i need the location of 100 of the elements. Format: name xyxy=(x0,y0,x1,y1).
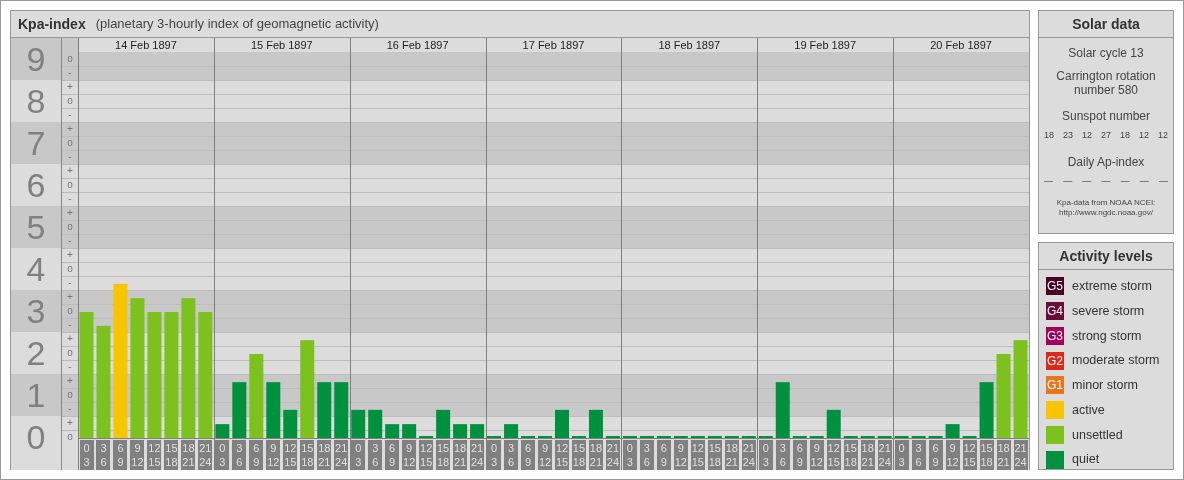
kp-bar xyxy=(351,409,366,438)
time-label: 15 18 xyxy=(164,440,179,470)
level-label: quiet xyxy=(1072,451,1100,469)
time-label: 6 9 xyxy=(385,440,400,470)
solar-cycle-text: Solar cycle 13 xyxy=(1068,45,1144,62)
y-tick-mark: o xyxy=(66,221,74,233)
ap-index-value: — xyxy=(1082,174,1092,188)
time-label: 3 6 xyxy=(504,440,519,470)
time-label: 0 3 xyxy=(487,440,502,470)
time-label: 9 12 xyxy=(538,440,552,470)
level-label: minor storm xyxy=(1072,377,1138,394)
level-badge: G2 xyxy=(1046,351,1064,370)
date-label: 20 Feb 1897 xyxy=(929,38,993,52)
sunspot-value: 18 xyxy=(1119,129,1130,142)
level-label: unsettled xyxy=(1072,426,1123,444)
time-label: 0 3 xyxy=(215,440,230,470)
carrington-rotation-text: Carrington rotation number 580 xyxy=(1055,69,1157,97)
level-label: active xyxy=(1072,401,1105,419)
time-label: 6 9 xyxy=(113,440,128,470)
ap-index-value: — xyxy=(1120,174,1130,188)
sunspot-value: 18 xyxy=(1044,129,1054,142)
time-label: 3 6 xyxy=(232,440,247,470)
y-axis-label: 3 xyxy=(25,294,47,328)
y-axis-label: 5 xyxy=(25,210,47,244)
y-tick-mark: + xyxy=(66,291,74,303)
sunspot-label: Sunspot number xyxy=(1061,108,1151,125)
kp-bar xyxy=(402,424,417,438)
kp-bar xyxy=(555,409,569,438)
date-label: 15 Feb 1897 xyxy=(249,38,314,52)
time-label: 3 6 xyxy=(368,440,383,470)
time-label: 18 21 xyxy=(317,440,332,470)
panel-subtitle: (planetary 3-hourly index of geomagnetic activity) xyxy=(95,15,379,34)
y-tick-mark: - xyxy=(67,67,73,79)
kp-bar xyxy=(283,409,298,438)
kp-bar xyxy=(266,382,281,438)
kp-bar xyxy=(232,382,247,438)
y-tick-mark: o xyxy=(66,305,74,317)
y-tick-mark: + xyxy=(66,207,74,219)
y-axis-label: 7 xyxy=(25,126,47,160)
time-label: 6 9 xyxy=(521,440,536,470)
y-tick-mark: o xyxy=(66,137,74,149)
y-tick-mark: + xyxy=(66,375,74,387)
y-tick-mark: - xyxy=(67,277,73,289)
level-badge: G1 xyxy=(1046,376,1064,395)
level-label: extreme storm xyxy=(1072,278,1152,295)
sunspot-value: 23 xyxy=(1063,129,1073,142)
sunspot-value: 27 xyxy=(1100,129,1111,142)
level-badge: G5 xyxy=(1046,277,1064,296)
ap-index-value: — xyxy=(1158,174,1168,188)
y-axis-label: 2 xyxy=(25,336,47,370)
time-label: 9 12 xyxy=(266,440,281,470)
kp-bar xyxy=(385,424,400,438)
y-tick-mark: o xyxy=(66,347,74,359)
date-label: 19 Feb 1897 xyxy=(793,38,858,52)
y-tick-mark: - xyxy=(67,151,73,163)
date-label: 18 Feb 1897 xyxy=(657,38,722,52)
kp-bar xyxy=(453,424,468,438)
level-badge: G3 xyxy=(1046,326,1064,345)
y-axis-label: 6 xyxy=(25,168,47,202)
y-axis-label: 9 xyxy=(25,42,47,76)
kp-bar xyxy=(368,409,383,438)
kp-bar xyxy=(334,382,349,438)
y-tick-mark: - xyxy=(67,235,73,247)
y-tick-mark: o xyxy=(66,95,74,107)
y-axis-label: 1 xyxy=(25,378,47,412)
time-label: 12 15 xyxy=(555,440,569,470)
ap-index-value: — xyxy=(1063,174,1073,188)
kp-bar xyxy=(504,424,519,438)
time-label: 18 21 xyxy=(453,440,468,470)
ap-index-value: — xyxy=(1044,174,1053,188)
time-label: 15 18 xyxy=(436,440,451,470)
time-label: 12 15 xyxy=(283,440,298,470)
time-label: 21 24 xyxy=(334,440,349,470)
time-label: 18 21 xyxy=(181,440,196,470)
y-tick-mark: + xyxy=(66,249,74,261)
y-tick-mark: o xyxy=(66,179,74,191)
y-tick-mark: + xyxy=(66,333,74,345)
date-label: 16 Feb 1897 xyxy=(385,38,450,52)
time-label: 9 12 xyxy=(402,440,417,470)
time-label: 0 3 xyxy=(351,440,366,470)
ap-index-label: Daily Ap-index xyxy=(1067,153,1145,171)
time-label: 12 15 xyxy=(147,440,162,470)
time-label: 12 15 xyxy=(419,440,434,470)
level-badge: G4 xyxy=(1046,302,1064,321)
kp-bar xyxy=(317,382,332,438)
y-tick-mark: - xyxy=(67,361,73,373)
sunspot-value: 12 xyxy=(1157,129,1168,142)
y-tick-mark: - xyxy=(67,109,73,121)
date-label: 17 Feb 1897 xyxy=(521,38,586,52)
sunspot-value: 12 xyxy=(1138,129,1149,142)
sunspot-value: 12 xyxy=(1081,129,1092,142)
time-label: 21 24 xyxy=(470,440,485,470)
kp-bar xyxy=(470,424,485,438)
time-label: 9 12 xyxy=(130,440,145,470)
time-label: 6 9 xyxy=(249,440,264,470)
source-note: Kpa-data from NOAA NCEI: http://www.ngdc.noaa.gov/ xyxy=(1055,198,1157,218)
y-tick-mark: + xyxy=(66,165,74,177)
y-axis-label: 0 xyxy=(25,420,47,454)
panel-title: Kpa-index xyxy=(18,14,86,34)
level-label: severe storm xyxy=(1072,302,1145,320)
